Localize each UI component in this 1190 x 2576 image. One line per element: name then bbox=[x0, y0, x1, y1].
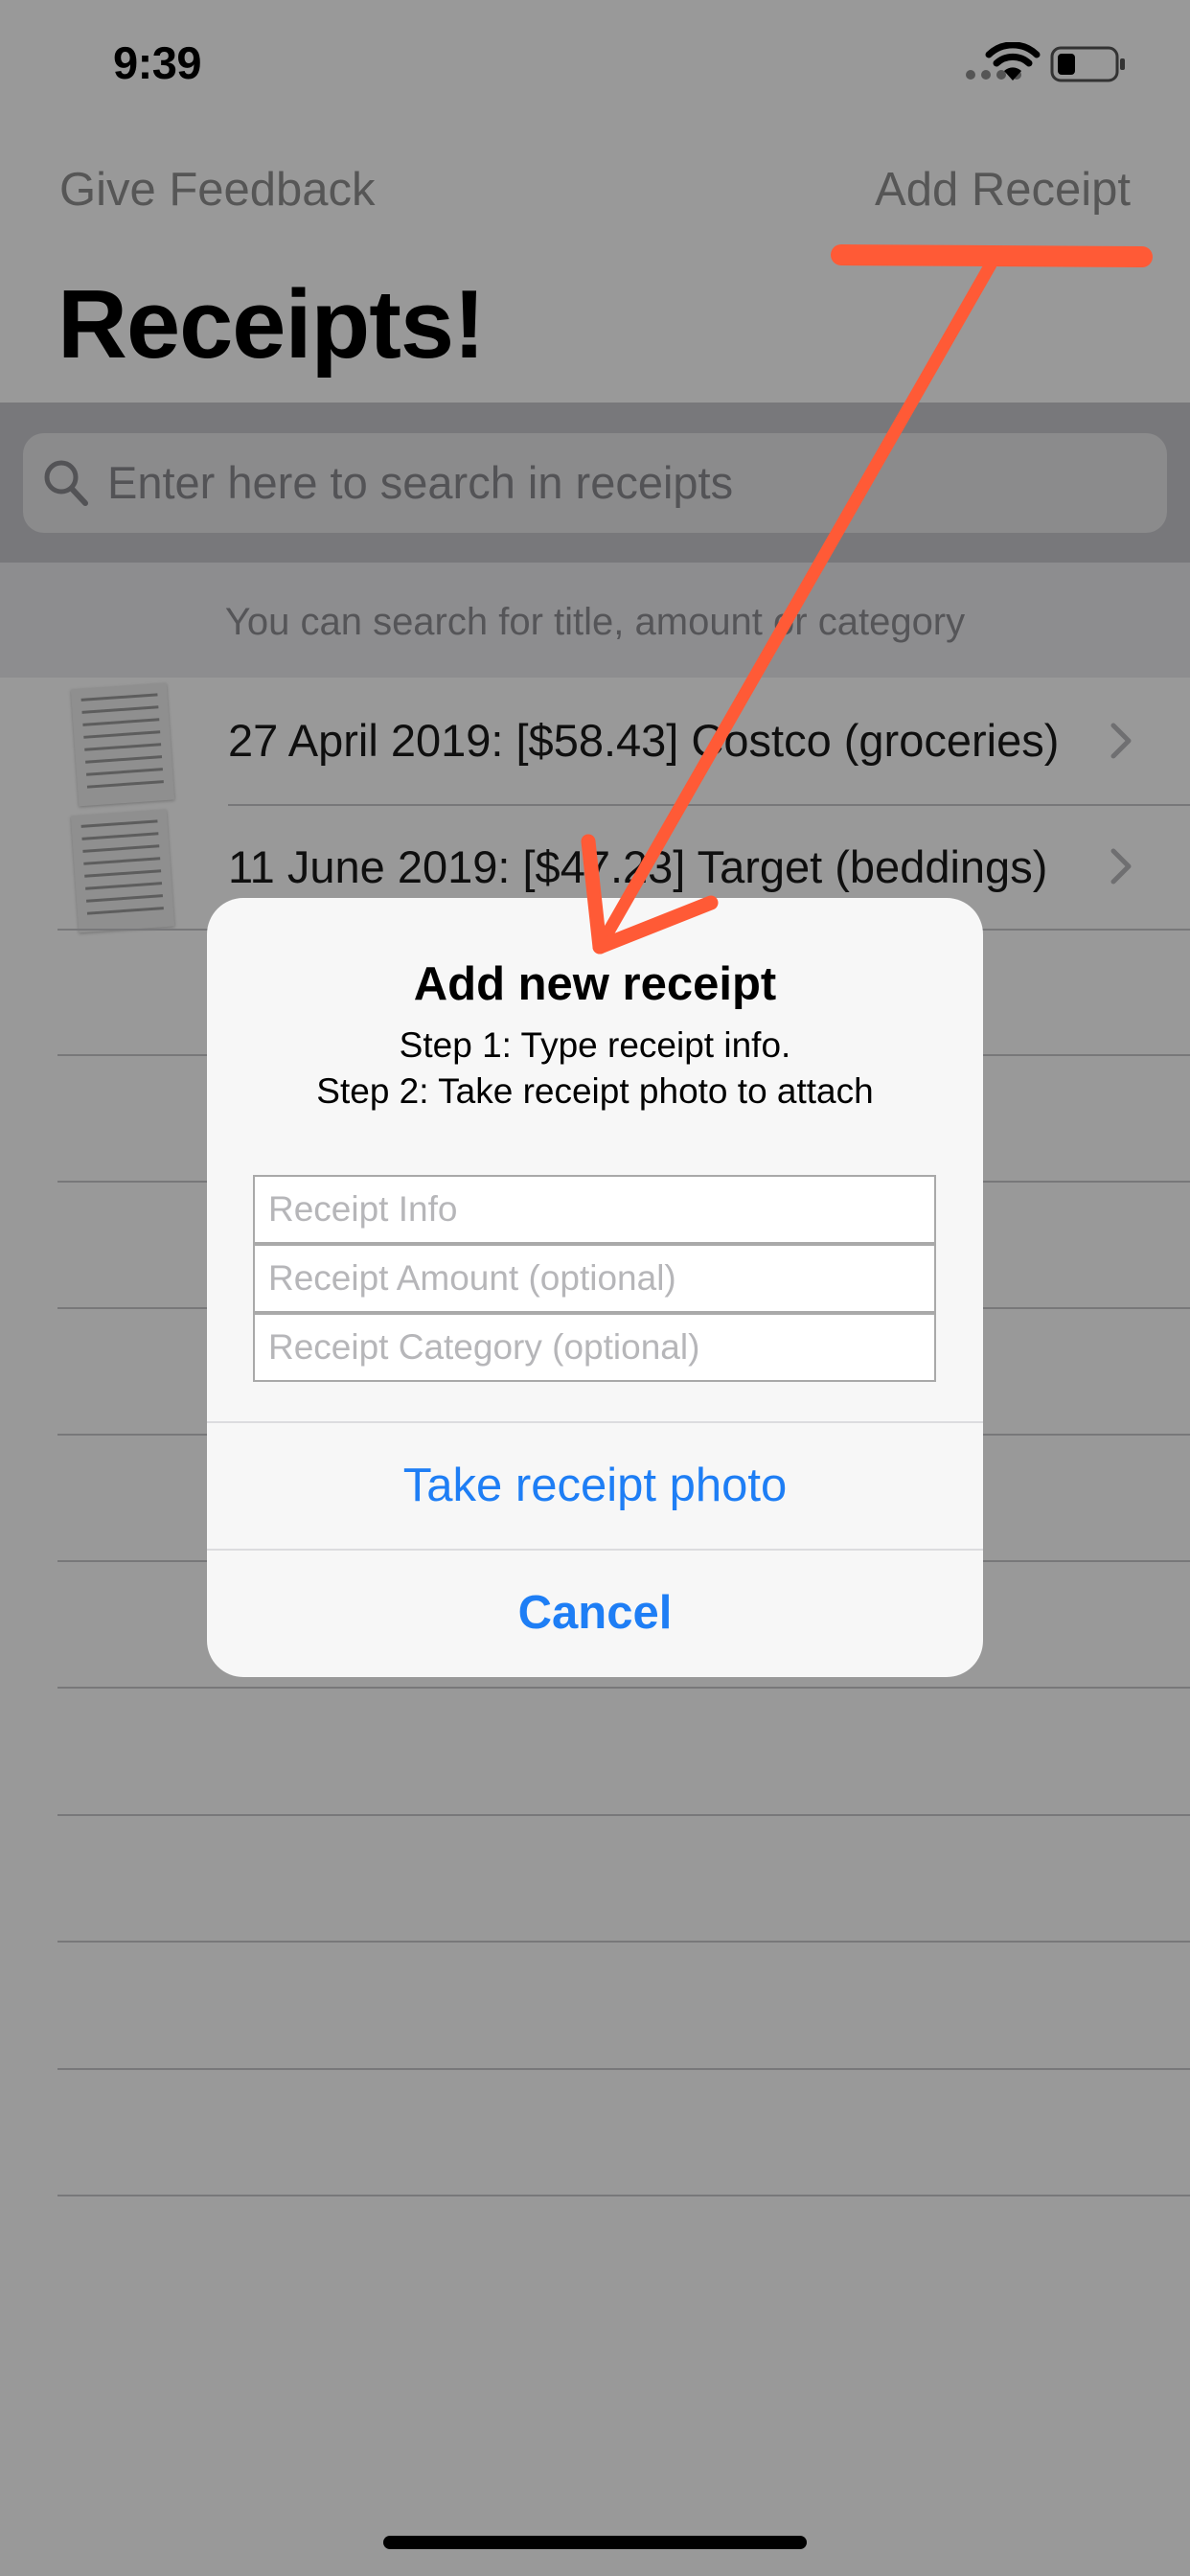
alert-message-step2: Step 2: Take receipt photo to attach bbox=[316, 1071, 874, 1111]
receipt-amount-field[interactable] bbox=[253, 1244, 936, 1313]
home-indicator[interactable] bbox=[383, 2536, 807, 2549]
alert-message-step1: Step 1: Type receipt info. bbox=[399, 1025, 791, 1065]
add-receipt-alert: Add new receipt Step 1: Type receipt inf… bbox=[207, 898, 983, 1677]
take-receipt-photo-button[interactable]: Take receipt photo bbox=[207, 1423, 983, 1548]
cancel-button[interactable]: Cancel bbox=[207, 1551, 983, 1675]
receipt-info-field[interactable] bbox=[253, 1175, 936, 1244]
receipt-category-field[interactable] bbox=[253, 1313, 936, 1382]
alert-title: Add new receipt bbox=[413, 958, 777, 1010]
